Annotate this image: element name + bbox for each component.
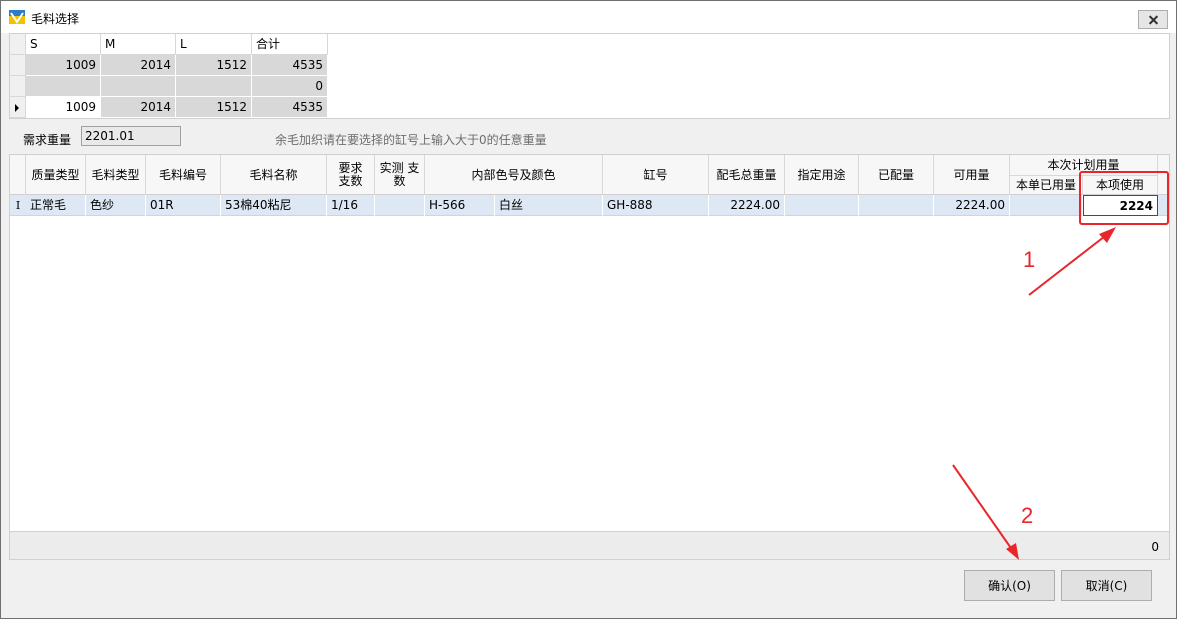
cell-actual-count[interactable] <box>375 195 425 216</box>
header-purpose[interactable]: 指定用途 <box>785 155 859 195</box>
header-yarn-name[interactable]: 毛料名称 <box>221 155 327 195</box>
header-color[interactable]: 内部色号及颜色 <box>425 155 603 195</box>
yarn-grid: 质量类型 毛料类型 毛料编号 毛料名称 要求 支数 实测 支数 内部色号及颜色 … <box>9 154 1170 532</box>
cell-color-name[interactable]: 白丝 <box>495 195 603 216</box>
size-cell-total[interactable]: 0 <box>252 76 328 97</box>
cell-quality-type[interactable]: 正常毛 <box>26 195 86 216</box>
row-indicator <box>10 55 26 76</box>
header-allocated[interactable]: 已配量 <box>859 155 934 195</box>
size-cell-total[interactable]: 4535 <box>252 55 328 76</box>
size-cell[interactable]: 1512 <box>176 97 252 118</box>
table-row[interactable]: I 正常毛 色纱 01R 53棉40粘尼 1/16 H-566 白丝 GH-88… <box>10 195 1169 216</box>
close-button[interactable] <box>1138 10 1168 29</box>
cell-yarn-name[interactable]: 53棉40粘尼 <box>221 195 327 216</box>
annotation-number-2: 2 <box>1021 503 1034 528</box>
size-cell[interactable] <box>101 76 176 97</box>
cell-color-code[interactable]: H-566 <box>425 195 495 216</box>
size-summary-panel: S M L 合计 1009 2014 1512 4535 0 1009 2014… <box>9 33 1170 119</box>
size-grid-row[interactable]: 0 <box>10 76 330 97</box>
cell-total-weight[interactable]: 2224.00 <box>709 195 785 216</box>
app-logo-icon <box>9 10 25 24</box>
size-cell[interactable] <box>176 76 252 97</box>
size-cell[interactable]: 1009 <box>26 97 101 118</box>
cell-yarn-code[interactable]: 01R <box>146 195 221 216</box>
header-yarn-type[interactable]: 毛料类型 <box>86 155 146 195</box>
header-required-count[interactable]: 要求 支数 <box>327 155 375 195</box>
size-header-s: S <box>26 34 101 55</box>
title-bar: 毛料选择 <box>1 1 1176 33</box>
size-cell[interactable] <box>26 76 101 97</box>
header-lot-number[interactable]: 缸号 <box>603 155 709 195</box>
header-available[interactable]: 可用量 <box>934 155 1010 195</box>
size-cell[interactable]: 1512 <box>176 55 252 76</box>
row-indicator <box>10 76 26 97</box>
yarn-grid-header: 质量类型 毛料类型 毛料编号 毛料名称 要求 支数 实测 支数 内部色号及颜色 … <box>10 155 1169 195</box>
cell-lot-number[interactable]: GH-888 <box>603 195 709 216</box>
confirm-button[interactable]: 确认(O) <box>964 570 1055 601</box>
size-cell[interactable]: 2014 <box>101 55 176 76</box>
row-indicator <box>10 97 26 118</box>
header-actual-count[interactable]: 实测 支数 <box>375 155 425 195</box>
cell-available[interactable]: 2224.00 <box>934 195 1010 216</box>
header-total-weight[interactable]: 配毛总重量 <box>709 155 785 195</box>
edit-cursor-icon: I <box>15 199 21 212</box>
size-header-l: L <box>176 34 252 55</box>
size-header-total: 合计 <box>252 34 328 55</box>
size-cell[interactable]: 1009 <box>26 55 101 76</box>
header-yarn-code[interactable]: 毛料编号 <box>146 155 221 195</box>
size-grid-header: S M L 合计 <box>10 34 330 55</box>
size-grid-row[interactable]: 1009 2014 1512 4535 <box>10 55 330 76</box>
demand-weight-label: 需求重量 <box>23 133 72 147</box>
annotation-number-1: 1 <box>1023 247 1036 272</box>
header-used-this-order[interactable]: 本单已用量 <box>1010 175 1083 195</box>
window-title: 毛料选择 <box>31 12 80 26</box>
cell-yarn-type[interactable]: 色纱 <box>86 195 146 216</box>
cell-required-count[interactable]: 1/16 <box>327 195 375 216</box>
extra-yarn-hint: 余毛加织请在要选择的缸号上输入大于0的任意重量 <box>275 133 547 147</box>
annotation-highlight-box <box>1079 171 1169 225</box>
current-row-arrow-icon <box>15 104 19 112</box>
yarn-selection-window: 毛料选择 S M L 合计 1009 2014 1512 4535 0 1009… <box>0 0 1177 619</box>
cell-allocated[interactable] <box>859 195 934 216</box>
header-quality-type[interactable]: 质量类型 <box>26 155 86 195</box>
size-cell-total[interactable]: 4535 <box>252 97 328 118</box>
cell-used-this-order[interactable] <box>1010 195 1083 216</box>
cancel-button[interactable]: 取消(C) <box>1061 570 1152 601</box>
grid-footer-bar: 0 <box>9 532 1170 560</box>
size-cell[interactable]: 2014 <box>101 97 176 118</box>
cell-purpose[interactable] <box>785 195 859 216</box>
demand-weight-field[interactable]: 2201.01 <box>81 126 181 146</box>
size-grid-row-selected[interactable]: 1009 2014 1512 4535 <box>10 97 330 118</box>
footer-sum: 0 <box>1151 540 1159 554</box>
row-indicator <box>10 34 26 55</box>
size-header-m: M <box>101 34 176 55</box>
header-indicator <box>10 155 26 195</box>
